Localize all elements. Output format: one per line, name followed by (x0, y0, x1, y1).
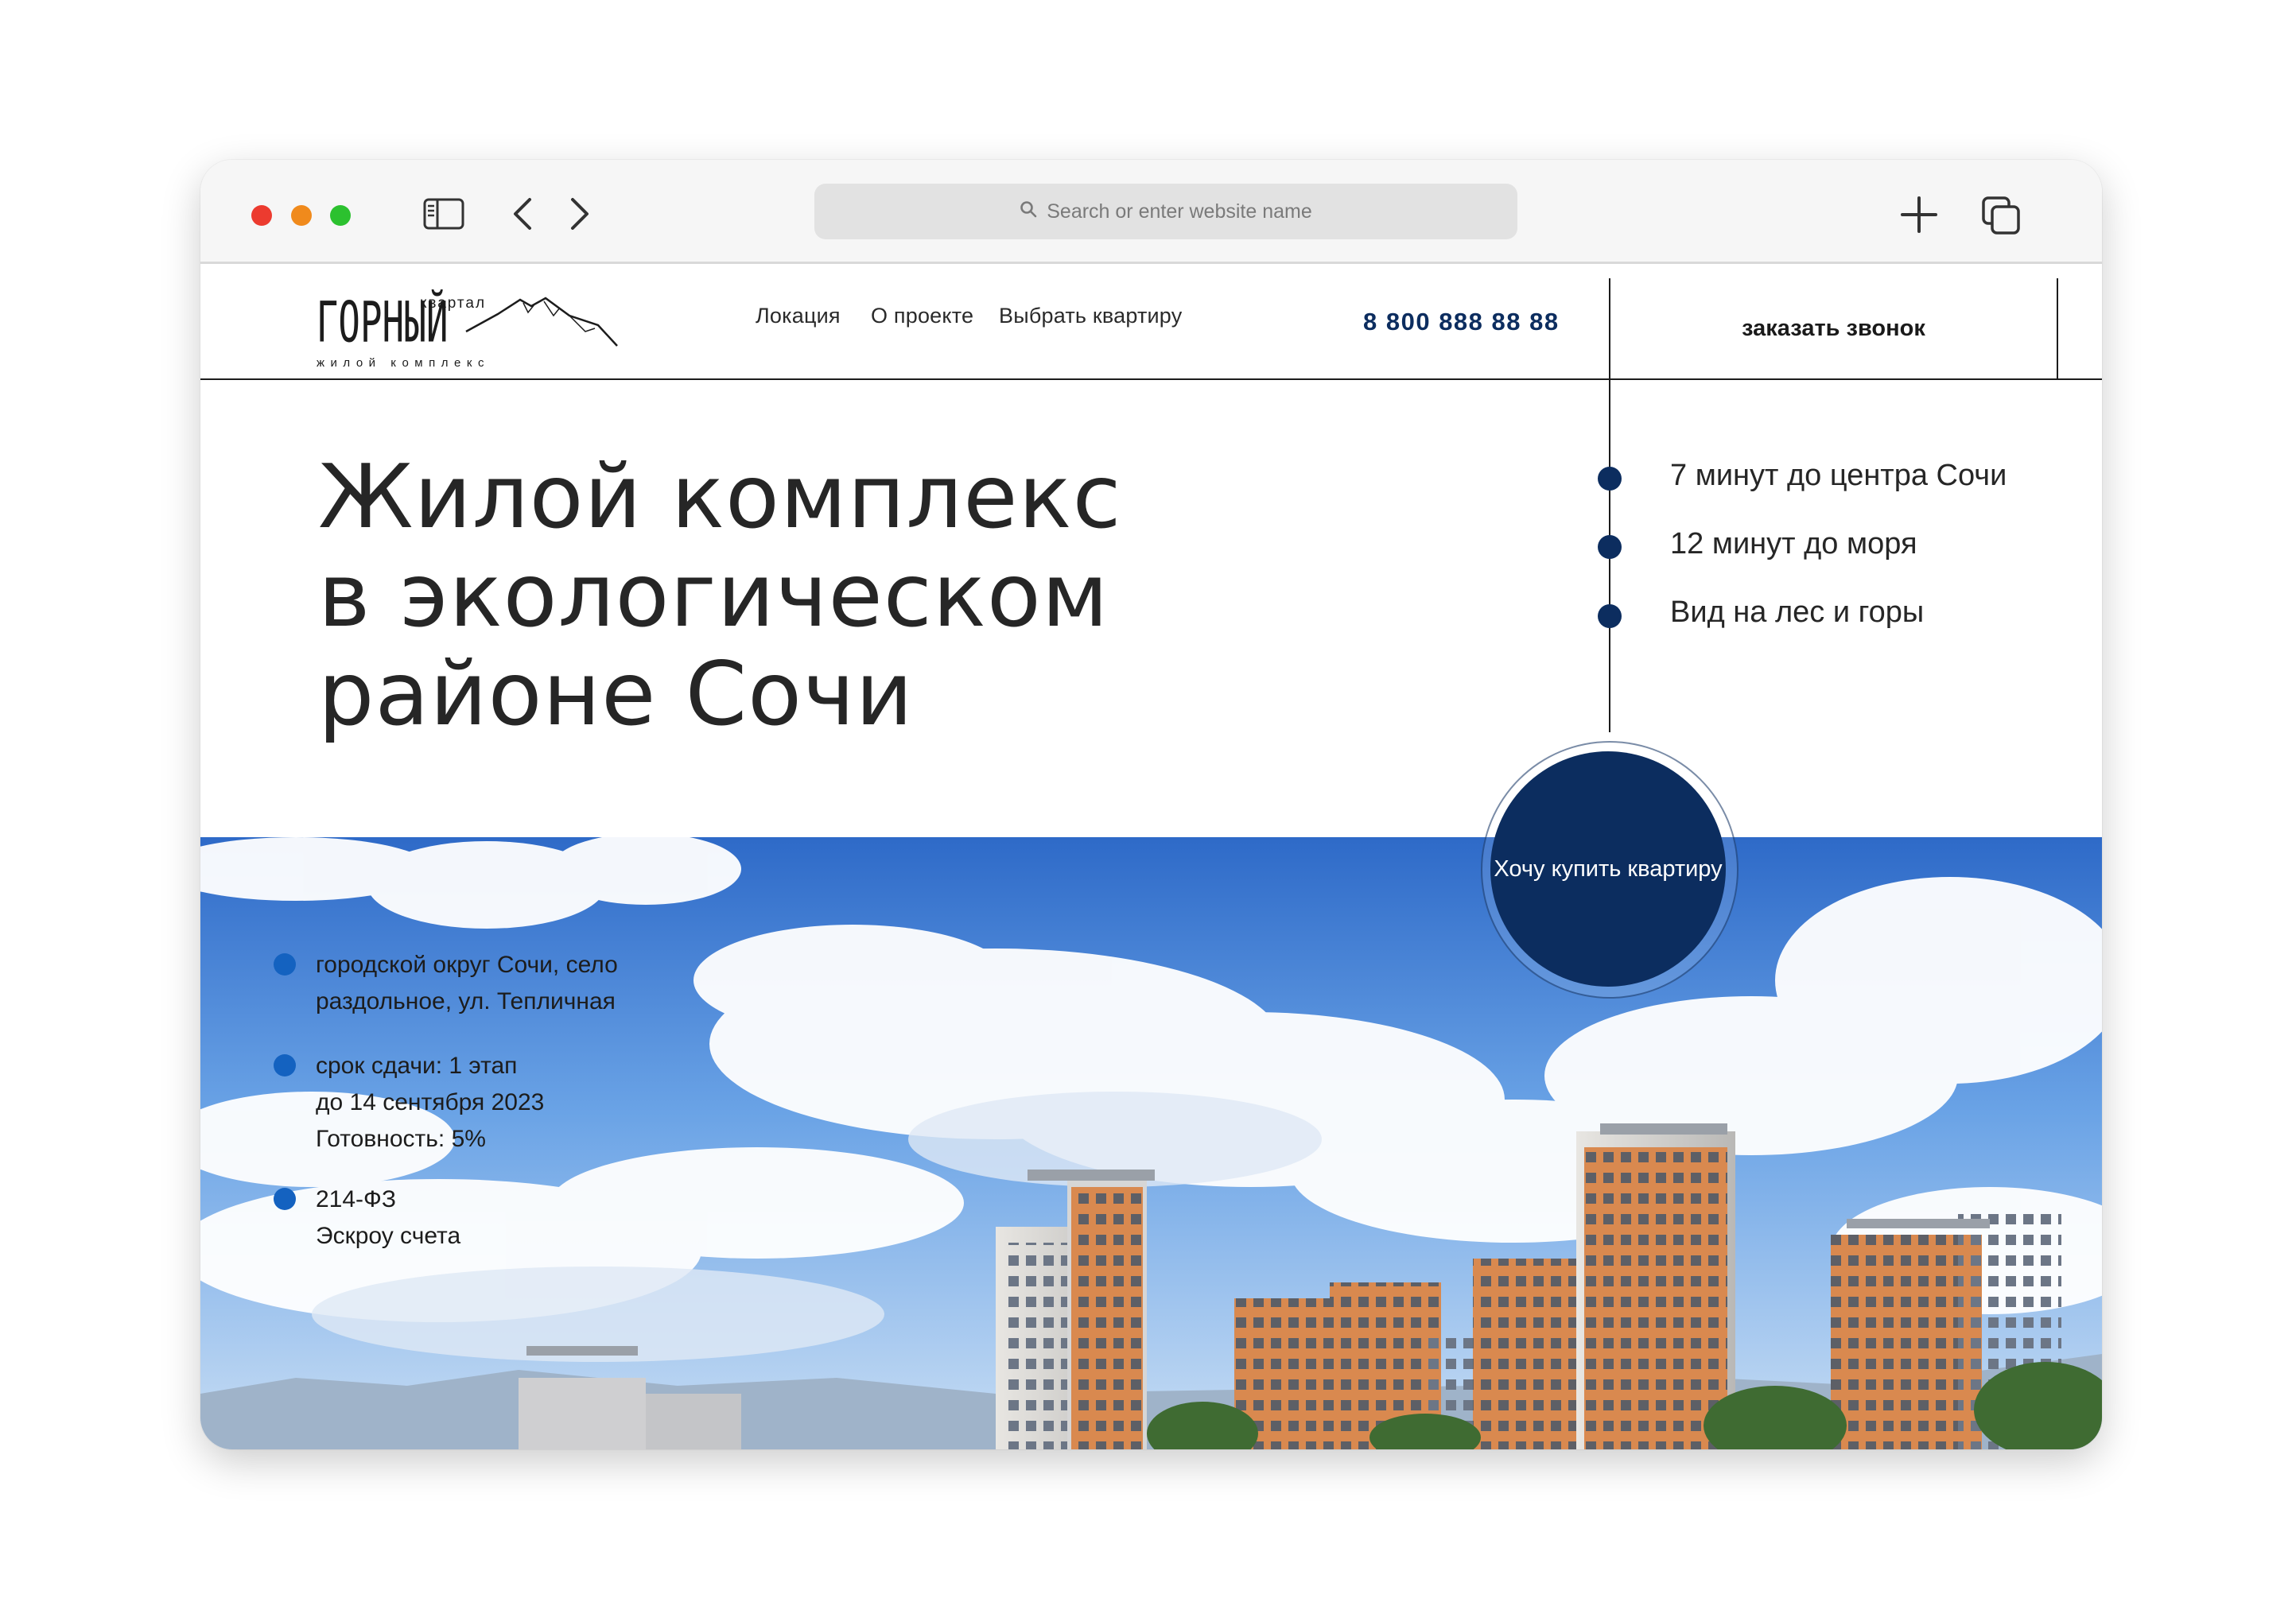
site-logo[interactable]: ГОРНЫЙ квартал жилой комплекс (315, 284, 633, 371)
info-line: до 14 сентября 2023 (316, 1089, 545, 1115)
info-line: раздольное, ул. Тепличная (316, 988, 616, 1014)
info-bullet (274, 1188, 296, 1210)
info-line: Эскроу счета (316, 1223, 461, 1249)
info-line: срок сдачи: 1 этап (316, 1053, 518, 1079)
feature-bullet (1598, 467, 1622, 491)
info-bullet (274, 953, 296, 976)
info-text: 214-ФЗ Эскроу счета (316, 1181, 460, 1255)
chevron-left-icon[interactable] (511, 195, 534, 233)
plus-icon[interactable] (1899, 195, 1939, 235)
feature-distance-center: 7 минут до центра Сочи (1670, 459, 2007, 492)
nav-link-choose-apartment[interactable]: Выбрать квартиру (999, 304, 1182, 328)
info-bullet (274, 1054, 296, 1076)
feature-bullet (1598, 604, 1622, 628)
hero-title-line: в экологическом (318, 545, 1109, 647)
logo-tagline: жилой комплекс (317, 356, 490, 370)
feature-view: Вид на лес и горы (1670, 595, 1925, 629)
sidebar-icon[interactable] (423, 198, 464, 230)
info-line: городской округ Сочи, село (316, 952, 618, 978)
site-header: ГОРНЫЙ квартал жилой комплекс Локация О … (200, 264, 2102, 380)
tabs-icon[interactable] (1980, 195, 2022, 236)
chevron-right-icon[interactable] (568, 195, 592, 233)
feature-distance-sea: 12 минут до моря (1670, 527, 1917, 561)
hero-title-line: Жилой комплекс (318, 446, 1122, 549)
nav-link-location[interactable]: Локация (756, 304, 841, 328)
feature-bullet (1598, 535, 1622, 559)
header-divider-right (2057, 278, 2058, 378)
nav-link-about[interactable]: О проекте (871, 304, 973, 328)
info-text: городской округ Сочи, село раздольное, у… (316, 947, 618, 1020)
web-page: ГОРНЫЙ квартал жилой комплекс Локация О … (200, 264, 2102, 1449)
minimize-window-button[interactable] (291, 205, 312, 226)
hero-title-line: районе Сочи (318, 643, 914, 746)
buy-apartment-button[interactable]: Хочу купить квартиру (1490, 751, 1726, 987)
phone-number[interactable]: 8 800 888 88 88 (1363, 308, 1560, 336)
info-line: Готовность: 5% (316, 1126, 486, 1152)
browser-window: Search or enter website name ГОРНЫЙ квар… (200, 160, 2102, 1449)
maximize-window-button[interactable] (330, 205, 351, 226)
address-bar[interactable]: Search or enter website name (814, 184, 1517, 239)
search-icon (1020, 200, 1037, 223)
hero-title: Жилой комплекс в экологическом районе Со… (318, 448, 1193, 744)
browser-toolbar: Search or enter website name (200, 160, 2102, 264)
info-text: срок сдачи: 1 этап до 14 сентября 2023 Г… (316, 1048, 544, 1158)
close-window-button[interactable] (251, 205, 272, 226)
info-line: 214-ФЗ (316, 1186, 396, 1212)
callback-button[interactable]: заказать звонок (1610, 278, 2057, 378)
address-placeholder: Search or enter website name (1047, 200, 1312, 223)
logo-kvartal: квартал (420, 295, 486, 312)
